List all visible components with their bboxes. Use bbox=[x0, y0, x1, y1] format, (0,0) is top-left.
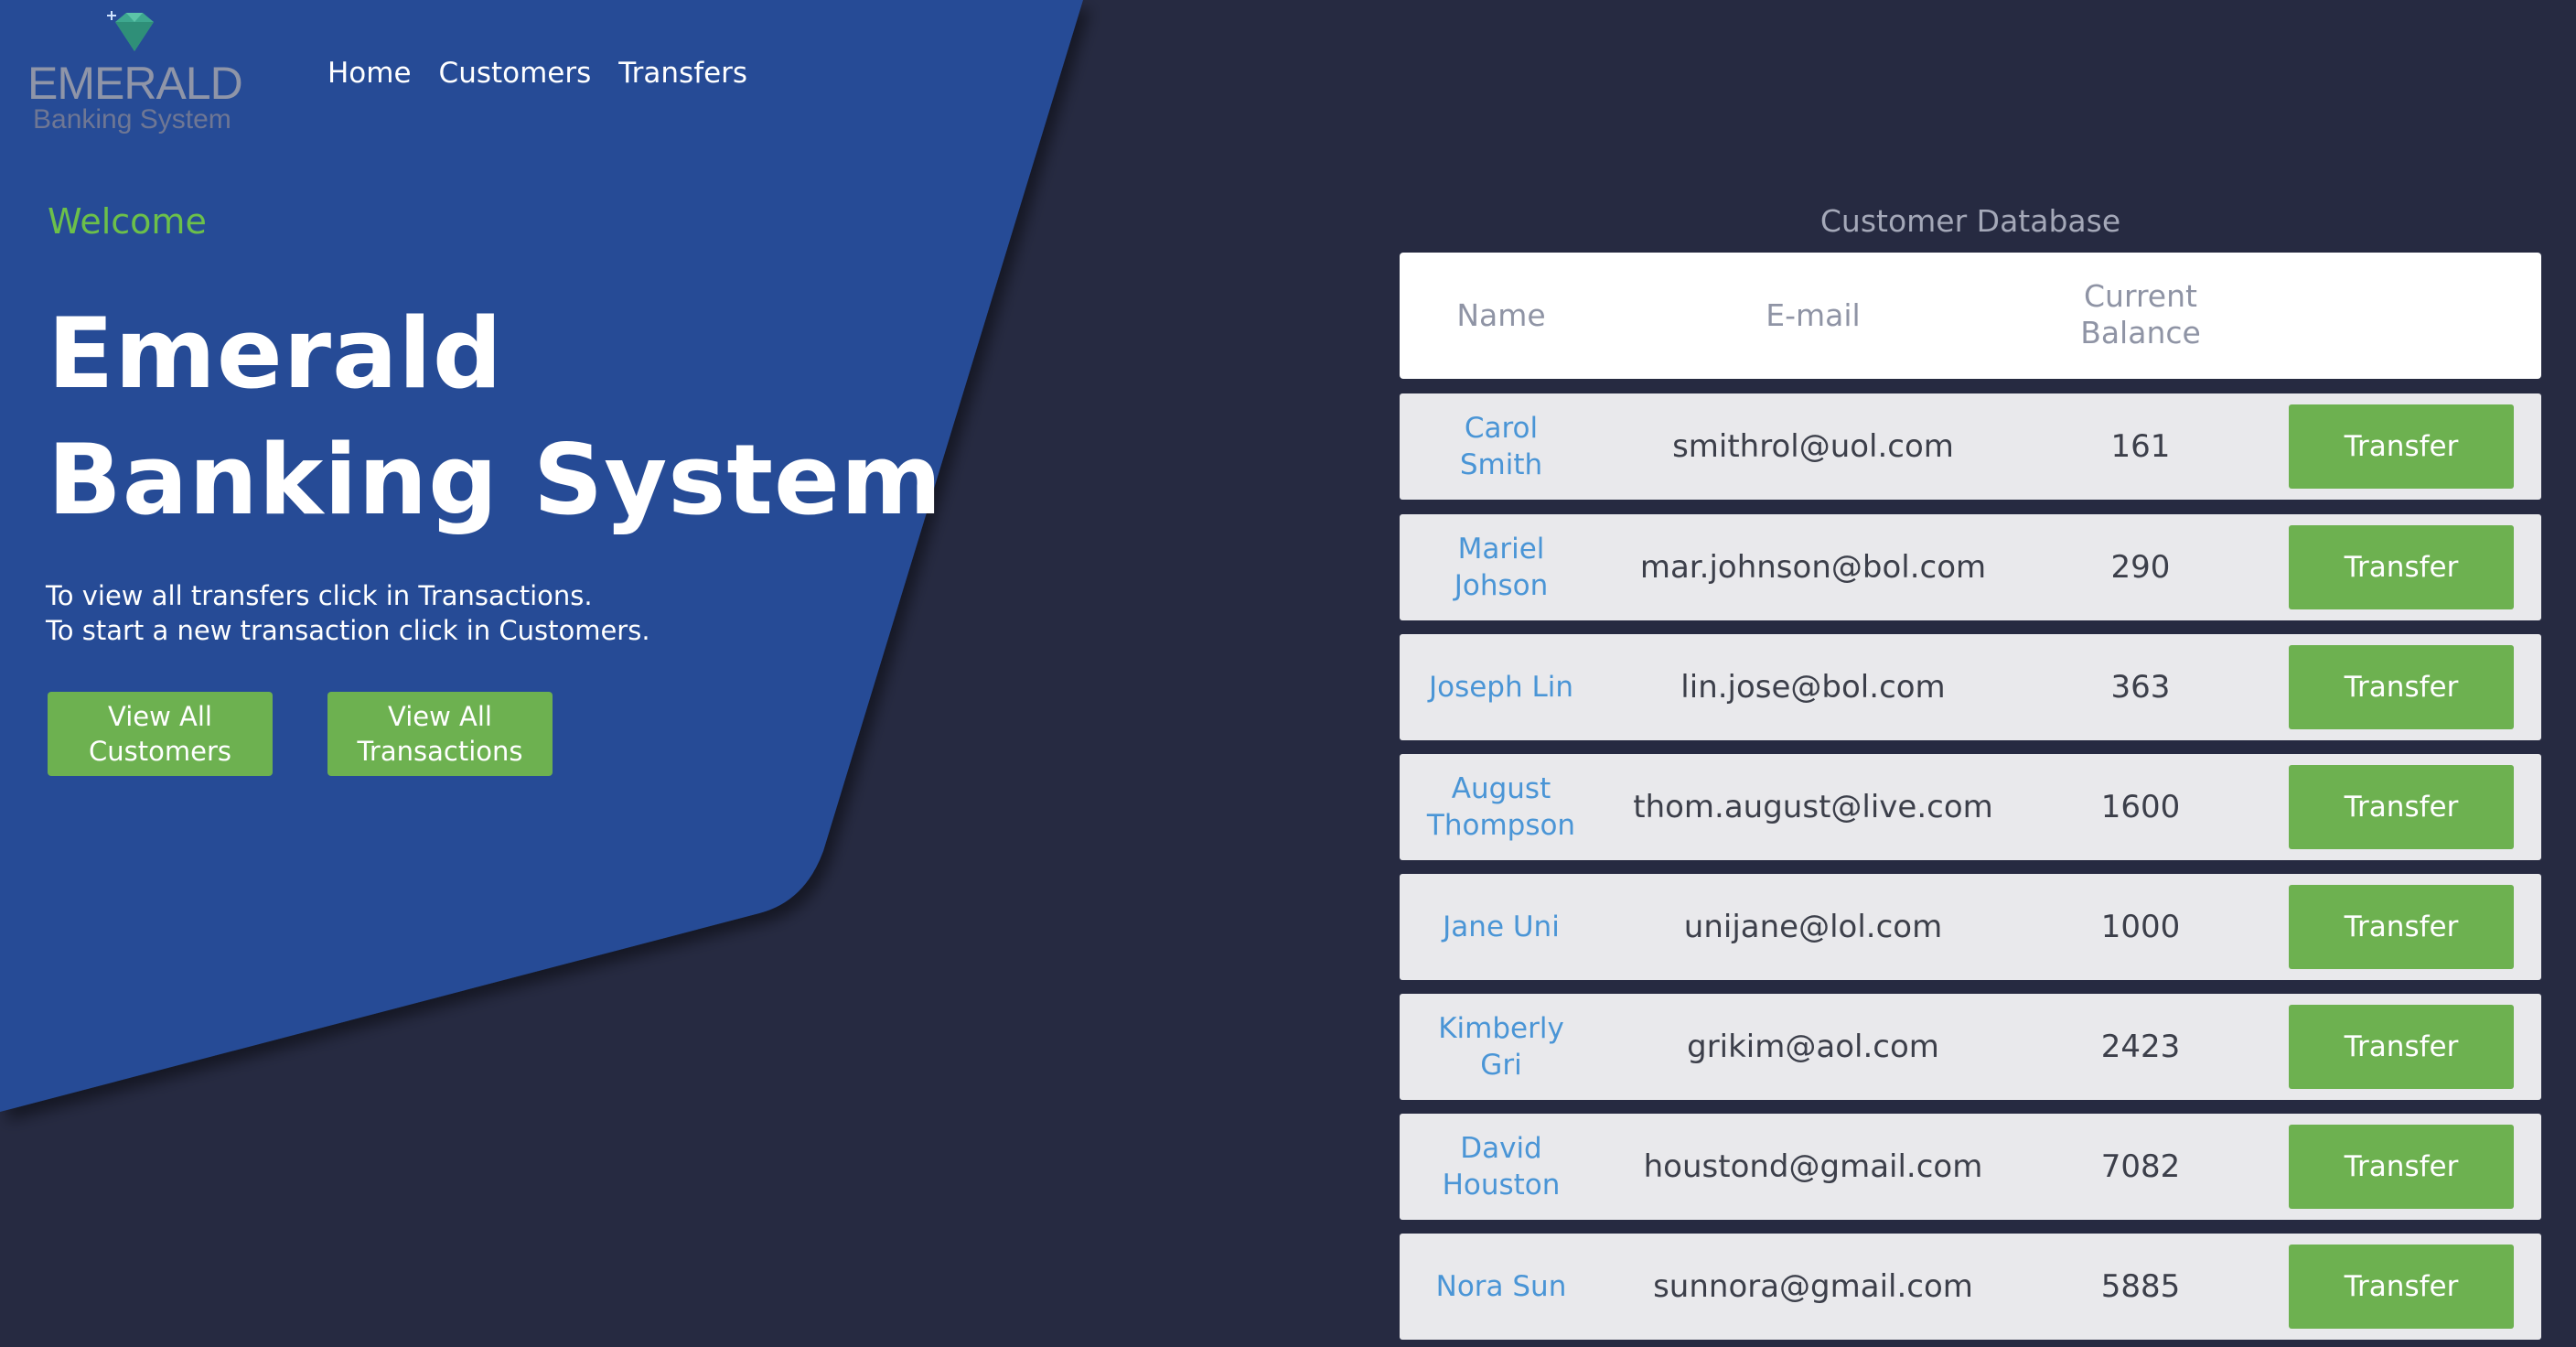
customer-email: mar.johnson@bol.com bbox=[1639, 549, 1987, 586]
customer-email: houstond@gmail.com bbox=[1643, 1148, 1983, 1185]
customer-email: smithrol@uol.com bbox=[1672, 428, 1954, 465]
customer-name-link[interactable]: Mariel Johson bbox=[1400, 514, 1603, 620]
hero-title-line2: Banking System bbox=[48, 424, 943, 536]
header-name: Name bbox=[1456, 297, 1546, 333]
customer-database-title: Customer Database bbox=[1819, 203, 2121, 239]
transfer-button[interactable]: Transfer bbox=[2289, 1245, 2514, 1329]
customer-name-link[interactable]: Kimberly Gri bbox=[1400, 994, 1603, 1100]
header-email: E-mail bbox=[1766, 297, 1861, 333]
customer-name-line1: Nora Sun bbox=[1435, 1270, 1567, 1303]
table-row: David Houston houstond@gmail.com 7082 Tra… bbox=[1400, 1114, 2541, 1220]
customer-balance: 7082 bbox=[2100, 1148, 2181, 1185]
table-header: Name E-mail Current Balance bbox=[1400, 253, 2541, 379]
table-row: Joseph Lin lin.jose@bol.com 363 Transfer bbox=[1400, 634, 2541, 740]
hero-title: Emerald Banking System bbox=[48, 291, 942, 544]
customer-name-line2: Gri bbox=[1480, 1049, 1522, 1082]
customer-name-line1: David bbox=[1460, 1132, 1542, 1165]
customer-balance: 1600 bbox=[2100, 789, 2181, 825]
customer-balance: 1000 bbox=[2100, 909, 2181, 945]
customer-email: sunnora@gmail.com bbox=[1653, 1268, 1973, 1305]
customer-name-line1: Joseph Lin bbox=[1428, 671, 1574, 704]
view-all-transactions-button[interactable]: View All Transactions bbox=[327, 692, 553, 776]
customer-name-line1: Jane Uni bbox=[1443, 911, 1560, 943]
customer-balance: 363 bbox=[2110, 669, 2171, 706]
customer-balance: 290 bbox=[2110, 549, 2171, 586]
transfer-button[interactable]: Transfer bbox=[2289, 645, 2514, 729]
logo[interactable]: EMERALD Banking System bbox=[27, 5, 243, 135]
main-nav: Home Customers Transfers bbox=[327, 57, 747, 90]
view-all-customers-line1: View All bbox=[108, 701, 212, 732]
customer-balance: 5885 bbox=[2100, 1268, 2181, 1305]
table-row: Mariel Johson mar.johnson@bol.com 290 Tra… bbox=[1400, 514, 2541, 620]
table-row: Carol Smith smithrol@uol.com 161 Transfer bbox=[1400, 393, 2541, 500]
logo-subtitle: Banking System bbox=[33, 104, 231, 135]
customer-name-line1: August bbox=[1451, 772, 1551, 805]
table-row: Kimberly Gri grikim@aol.com 2423 Transfer bbox=[1400, 994, 2541, 1100]
customer-name-line1: Carol bbox=[1464, 412, 1539, 445]
transfer-button[interactable]: Transfer bbox=[2289, 525, 2514, 609]
welcome-label: Welcome bbox=[48, 201, 207, 242]
customer-email: thom.august@live.com bbox=[1633, 789, 1993, 825]
customer-email: lin.jose@bol.com bbox=[1680, 669, 1946, 706]
nav-transfers[interactable]: Transfers bbox=[618, 57, 747, 90]
view-all-transactions-line2: Transactions bbox=[357, 736, 523, 767]
table-row: August Thompson thom.august@live.com 1600… bbox=[1400, 754, 2541, 860]
view-all-transactions-line1: View All bbox=[388, 701, 492, 732]
view-all-customers-button[interactable]: View All Customers bbox=[48, 692, 273, 776]
nav-customers[interactable]: Customers bbox=[439, 57, 592, 90]
transfer-button[interactable]: Transfer bbox=[2289, 1125, 2514, 1209]
customer-balance: 2423 bbox=[2100, 1029, 2181, 1065]
customer-email: grikim@aol.com bbox=[1687, 1029, 1939, 1065]
transfer-button[interactable]: Transfer bbox=[2289, 765, 2514, 849]
customer-name-line2: Thompson bbox=[1426, 809, 1576, 842]
customer-name-link[interactable]: David Houston bbox=[1400, 1114, 1603, 1220]
table-row: Nora Sun sunnora@gmail.com 5885 Transfer bbox=[1400, 1234, 2541, 1340]
customer-name-line2: Houston bbox=[1442, 1169, 1561, 1202]
logo-title: EMERALD bbox=[27, 58, 243, 109]
customer-name-link[interactable]: Carol Smith bbox=[1400, 393, 1603, 500]
header-balance: Current Balance bbox=[2023, 278, 2258, 351]
gem-icon bbox=[107, 11, 154, 51]
customer-name-link[interactable]: Joseph Lin bbox=[1400, 634, 1603, 740]
hero-welcome-wrap: Welcome bbox=[48, 201, 207, 242]
nav-home[interactable]: Home bbox=[327, 57, 412, 90]
transfer-button[interactable]: Transfer bbox=[2289, 1005, 2514, 1089]
customer-name-line2: Smith bbox=[1459, 448, 1543, 481]
customer-name-line1: Mariel bbox=[1457, 533, 1545, 566]
customer-email: unijane@lol.com bbox=[1683, 909, 1943, 945]
hero-description: To view all transfers click in Transacti… bbox=[46, 578, 650, 648]
transfer-button[interactable]: Transfer bbox=[2289, 885, 2514, 969]
table-row: Jane Uni unijane@lol.com 1000 Transfer bbox=[1400, 874, 2541, 980]
customer-balance: 161 bbox=[2110, 428, 2171, 465]
customer-name-line1: Kimberly bbox=[1438, 1012, 1564, 1045]
header-balance-line2: Balance bbox=[2080, 315, 2201, 350]
hero-text-line1: To view all transfers click in Transacti… bbox=[46, 580, 593, 611]
customer-name-link[interactable]: Nora Sun bbox=[1400, 1234, 1603, 1340]
customer-name-link[interactable]: Jane Uni bbox=[1400, 874, 1603, 980]
hero-title-line1: Emerald bbox=[48, 297, 503, 410]
hero-text-line2: To start a new transaction click in Cust… bbox=[46, 615, 650, 646]
customer-name-line2: Johson bbox=[1454, 569, 1549, 602]
transfer-button[interactable]: Transfer bbox=[2289, 404, 2514, 489]
view-all-customers-line2: Customers bbox=[89, 736, 231, 767]
header-balance-line1: Current bbox=[2084, 278, 2197, 314]
customer-name-link[interactable]: August Thompson bbox=[1400, 754, 1603, 860]
